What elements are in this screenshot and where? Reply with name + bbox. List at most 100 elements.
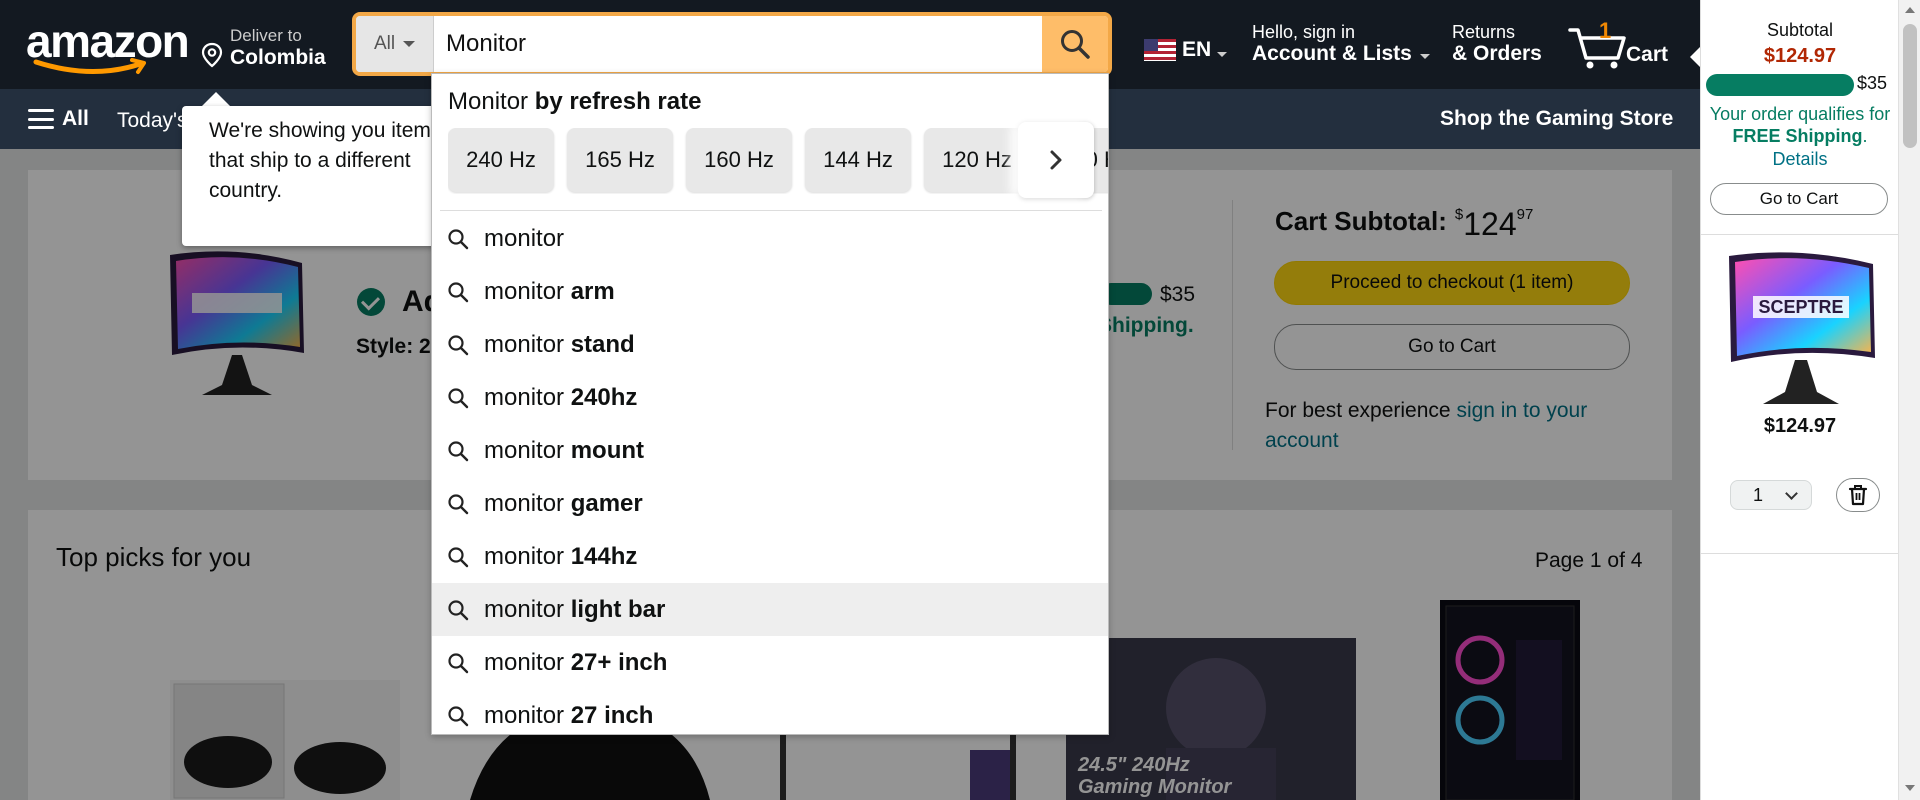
account-greeting: Hello, sign in [1252,22,1356,42]
search-suggestion-item[interactable]: monitor 27+ inch [432,636,1108,689]
scrollbar-thumb[interactable] [1903,24,1917,148]
refresh-rate-heading: Monitor by refresh rate [448,88,701,116]
flyout-shipping-progress-bar [1706,74,1854,96]
search-suggestions-dropdown: Monitor by refresh rate 240 Hz 165 Hz 160 … [431,73,1109,735]
suggestion-base: monitor [484,701,565,729]
delete-item-button[interactable] [1836,478,1880,512]
language-selector[interactable]: EN [1144,38,1228,62]
quantity-select[interactable]: 1 [1730,480,1812,510]
search-suggestion-item[interactable]: monitor 144hz [432,530,1108,583]
dropdown-divider [440,210,1102,211]
flyout-subtotal-value: $124.97 [1763,45,1837,67]
search-suggestion-item[interactable]: monitor 27 inch [432,689,1108,742]
refresh-rate-chip[interactable]: 240 Hz [448,128,554,192]
suggestion-text: monitor stand [484,331,635,359]
shipping-country-tooltip: We're showing you items that ship to a d… [182,106,472,246]
returns-and-orders[interactable]: Returns & Orders [1452,22,1542,66]
cart-count-badge: 1 [1599,18,1612,43]
suggestion-text: monitor mount [484,437,644,465]
suggestion-bold: stand [570,330,635,358]
cart-link[interactable]: 1 Cart [1568,18,1688,74]
search-suggestion-item[interactable]: monitor [432,212,1108,265]
suggestion-text: monitor 27+ inch [484,649,667,677]
flyout-subtotal-label: Subtotal [1766,20,1834,40]
us-flag-icon [1144,39,1176,61]
suggestion-text: monitor 144hz [484,543,637,571]
search-input[interactable] [434,16,1042,72]
suggestion-text: monitor 240hz [484,384,637,412]
tooltip-arrow [202,92,230,106]
scroll-down-arrow-icon[interactable] [1905,785,1915,791]
search-category-label: All [373,33,396,54]
refresh-rate-chip[interactable]: 120 Hz [924,128,1030,192]
refresh-rate-chip[interactable]: 165 Hz [567,128,673,192]
deliver-to-country: Colombia [230,46,326,69]
search-icon [448,387,469,408]
search-suggestion-item[interactable]: monitor light bar [432,583,1108,636]
flyout-details-link[interactable]: Details [1701,149,1899,170]
suggestion-base: monitor [484,277,565,305]
flyout-go-to-cart-button[interactable]: Go to Cart [1710,183,1888,215]
all-menu-button[interactable]: All [28,107,89,131]
refresh-rate-chip[interactable]: 160 Hz [686,128,792,192]
suggestion-bold: arm [570,277,615,305]
search-icon [448,493,469,514]
logo-smile-icon [33,58,146,75]
amazon-logo[interactable]: amazon [26,18,190,75]
suggestion-list: monitor monitor arm monitor stand monitor … [432,212,1108,742]
location-pin-icon [201,42,223,68]
suggestion-bold: 27 inch [570,701,654,729]
search-icon [448,281,469,302]
refresh-rate-chips: 240 Hz165 Hz160 Hz144 Hz120 Hz100 Hz [448,128,1108,194]
returns-label: Returns [1452,22,1516,42]
search-suggestion-item[interactable]: monitor mount [432,424,1108,477]
brand-logo-text: SCEPTRE [1758,297,1843,317]
deliver-to[interactable]: Deliver to Colombia [200,22,326,70]
todays-deals-link[interactable]: Today's [117,109,188,133]
flyout-qualifies-text: Your order qualifies for FREE Shipping. [1707,103,1893,147]
suggestion-text: monitor 27 inch [484,702,653,730]
suggestion-base: monitor [484,330,565,358]
search-icon [1061,30,1090,59]
flyout-monitor-image[interactable]: SCEPTRE [1723,246,1879,412]
cart-label: Cart [1626,43,1669,66]
search-suggestion-item[interactable]: monitor 240hz [432,371,1108,424]
suggestion-base: monitor [484,542,565,570]
account-and-lists[interactable]: Hello, sign in Account & Lists [1252,22,1430,66]
language-label: EN [1182,38,1212,61]
orders-label: & Orders [1452,42,1542,65]
search-icon [448,652,469,673]
suggestion-base: monitor [484,648,565,676]
search-icon [448,599,469,620]
shop-gaming-store-link[interactable]: Shop the Gaming Store [1440,107,1673,131]
flyout-divider [1701,234,1899,235]
trash-icon [1848,485,1868,506]
flyout-divider [1701,553,1899,554]
hamburger-menu-icon [28,109,54,129]
suggestion-text: monitor gamer [484,490,643,518]
search-button[interactable] [1042,16,1108,72]
suggestion-bold: 240hz [570,383,638,411]
suggestion-base: monitor [484,224,565,252]
suggestion-base: monitor [484,595,565,623]
chevron-down-icon [1217,51,1228,57]
suggestion-bold: mount [570,436,645,464]
scroll-up-arrow-icon[interactable] [1905,7,1915,13]
refresh-rate-suffix: by refresh rate [534,88,702,115]
suggestion-bold: gamer [570,489,643,517]
suggestion-text: monitor light bar [484,596,665,624]
search-suggestion-item[interactable]: monitor arm [432,265,1108,318]
chips-next-button[interactable] [1018,122,1094,198]
search-category-select[interactable]: All [356,16,434,72]
search-suggestion-item[interactable]: monitor gamer [432,477,1108,530]
suggestion-bold: light bar [570,595,666,623]
search-icon [448,546,469,567]
page-scrollbar[interactable] [1898,0,1920,800]
qualifies-free-shipping: FREE Shipping [1732,126,1863,146]
chevron-down-icon [403,41,416,47]
flyout-item-price: $124.97 [1763,415,1837,437]
search-suggestion-item[interactable]: monitor stand [432,318,1108,371]
suggestion-base: monitor [484,383,565,411]
refresh-rate-chip[interactable]: 144 Hz [805,128,911,192]
refresh-rate-prefix: Monitor [448,88,529,115]
